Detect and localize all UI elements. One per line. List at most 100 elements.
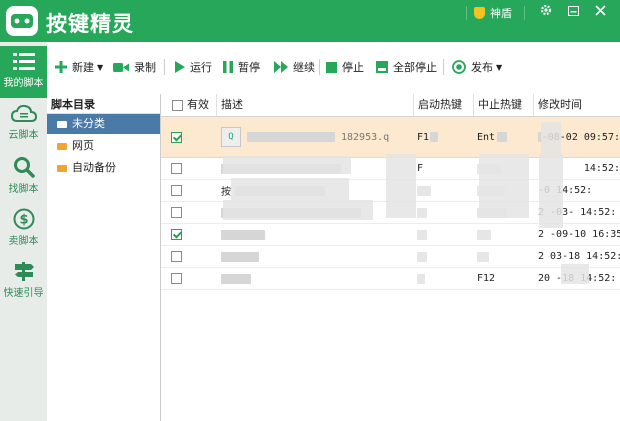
sidebar-item-label: 快速引导 [3,288,44,299]
record-label: 录制 [134,61,156,74]
pause-button[interactable]: 暂停 [223,56,260,78]
sidebar-item-quick-guide[interactable]: 快速引导 [0,254,47,306]
resume-label: 继续 [293,61,315,74]
new-button[interactable]: 新建 ▼ [55,56,103,78]
close-icon[interactable] [590,3,610,21]
redaction-mosaic [231,178,349,200]
row-description [221,224,411,245]
row-stop-hotkey [477,246,533,267]
cloud-icon [10,104,37,122]
plus-icon [55,61,67,73]
sidebar-item-label: 云脚本 [8,130,39,141]
tree-item-web[interactable]: 网页 [47,136,160,156]
sidebar-item-label: 卖脚本 [8,236,39,247]
dollar-icon: $ [13,208,34,230]
table-row[interactable]: 2 03-18 14:52: [161,246,620,268]
divider [524,6,525,20]
tree-item-label: 自动备份 [72,161,116,174]
publish-icon [452,60,466,74]
record-button[interactable]: 录制 [113,56,156,78]
sidebar: 我的脚本 云脚本 找脚本 $ 卖脚本 快速引导 [0,42,48,421]
vip-label: 神盾 [490,6,512,20]
folder-icon [57,142,67,150]
row-start-hotkey [417,224,473,245]
row-start-hotkey: F [417,163,424,174]
list-icon [12,53,35,70]
row-description [221,246,411,267]
publish-button[interactable]: 发布 ▼ [452,56,502,78]
folder-icon [57,120,67,128]
row-start-hotkey [417,180,473,201]
new-label: 新建 [72,61,94,74]
sidebar-item-cloud-scripts[interactable]: 云脚本 [0,98,47,150]
divider [466,6,467,20]
script-directory-panel: 脚本目录 未分类 网页 自动备份 [47,94,161,421]
run-label: 运行 [190,61,212,74]
row-start-hotkey [417,268,473,289]
pause-label: 暂停 [238,61,260,74]
redaction-mosaic [223,156,351,174]
stop-label: 停止 [342,61,364,74]
search-icon [13,157,35,178]
app-title: 按键精灵 [46,12,134,36]
tree-item-uncategorized[interactable]: 未分类 [47,114,160,134]
row-checkbox[interactable] [171,273,182,284]
row-checkbox[interactable] [171,251,182,262]
stop-all-icon [376,61,388,73]
sidebar-item-my-scripts[interactable]: 我的脚本 [0,46,47,98]
shield-icon [474,6,485,19]
redaction-mosaic [539,154,563,228]
row-stop-hotkey [477,224,533,245]
tree-item-auto-backup[interactable]: 自动备份 [47,158,160,178]
run-button[interactable]: 运行 [175,56,212,78]
sidebar-item-sell-scripts[interactable]: $ 卖脚本 [0,202,47,254]
row-description [221,268,411,289]
minimize-icon[interactable] [563,3,583,21]
row-checkbox[interactable] [171,229,182,240]
column-stop-hotkey[interactable]: 中止热键 [474,94,534,116]
table-header: 有效 描述 启动热键 中止热键 修改时间 [161,94,620,117]
tree-item-label: 未分类 [72,117,105,130]
signpost-icon [14,262,34,281]
tree-item-label: 网页 [72,139,94,152]
fast-forward-icon [274,61,288,73]
chevron-down-icon: ▼ [496,62,503,72]
title-bar: 按键精灵 神盾 [0,0,620,42]
sidebar-item-label: 我的脚本 [3,78,44,89]
select-all-checkbox[interactable] [172,99,183,111]
video-camera-icon [113,62,129,72]
tree-header: 脚本目录 [47,96,160,114]
stop-button[interactable]: 停止 [326,56,364,78]
divider [164,59,165,75]
column-start-hotkey[interactable]: 启动热键 [414,94,474,116]
stop-all-button[interactable]: 全部停止 [376,56,437,78]
stop-icon [326,61,337,73]
script-icon: Q [221,127,241,147]
redaction-mosaic [561,264,589,284]
redaction-mosaic [479,154,529,218]
row-checkbox[interactable] [171,163,182,174]
column-description[interactable]: 描述 [217,94,414,116]
toolbar: 新建 ▼ 录制 运行 暂停 继续 停止 全部停止 发布 ▼ [47,42,620,95]
column-enabled[interactable]: 有效 [161,94,217,116]
redaction-mosaic [386,154,416,218]
row-checkbox[interactable] [171,185,182,196]
vip-shield-button[interactable]: 神盾 [474,4,512,21]
resume-button[interactable]: 继续 [274,56,315,78]
redaction-mosaic [223,200,373,220]
row-checkbox[interactable] [171,131,182,143]
sidebar-item-find-scripts[interactable]: 找脚本 [0,150,47,202]
sidebar-item-label: 找脚本 [8,184,39,195]
stop-all-label: 全部停止 [393,61,437,74]
column-modified[interactable]: 修改时间 [534,94,620,116]
script-table: 有效 描述 启动热键 中止热键 修改时间 Q 182953.q F1 Ent -… [161,94,620,421]
row-start-hotkey: F1 [417,117,473,157]
redaction-mosaic [541,122,561,154]
row-checkbox[interactable] [171,207,182,218]
table-row[interactable]: F12 20 -18 14:52: [161,268,620,290]
play-icon [175,61,185,73]
row-description: Q 182953.q [221,117,411,157]
gear-icon[interactable] [536,3,556,21]
publish-label: 发布 [471,61,493,74]
app-logo-icon [4,4,40,38]
